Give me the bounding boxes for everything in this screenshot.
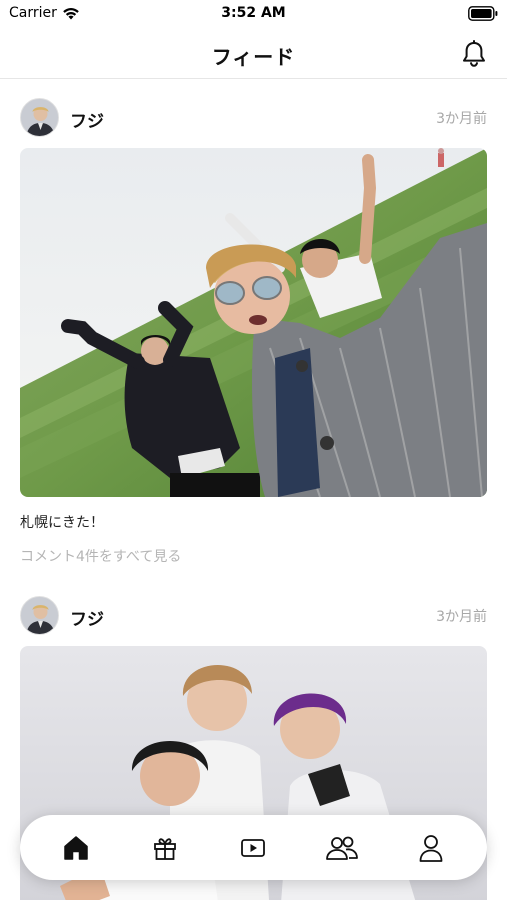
- avatar[interactable]: [20, 596, 59, 635]
- tab-gifts[interactable]: [143, 826, 187, 870]
- tab-friends[interactable]: [320, 826, 364, 870]
- status-bar: Carrier 3:52 AM: [0, 0, 507, 30]
- bell-icon: [463, 40, 485, 67]
- battery-full-icon: [468, 6, 498, 21]
- feed-post: フジ 3か月前: [0, 98, 507, 578]
- post-caption: 札幌にきた！: [20, 515, 104, 531]
- post-timestamp: 3か月前: [436, 111, 487, 127]
- friends-icon: [326, 836, 358, 860]
- post-username[interactable]: フジ: [70, 605, 104, 630]
- post-image[interactable]: [20, 148, 487, 497]
- profile-icon: [419, 834, 443, 862]
- post-header: フジ 3か月前: [20, 596, 487, 636]
- view-all-comments-link[interactable]: コメント4件をすべて見る: [20, 546, 181, 566]
- post-username[interactable]: フジ: [70, 107, 104, 132]
- tab-home[interactable]: [54, 826, 98, 870]
- feed-list[interactable]: フジ 3か月前 札幌にきた！ コメント4件をすべて見る フジ 3か月前: [0, 80, 507, 900]
- home-icon: [64, 835, 89, 860]
- tab-videos[interactable]: [231, 826, 275, 870]
- nav-bar: フィード: [0, 30, 507, 79]
- gift-icon: [153, 837, 176, 860]
- bottom-tab-bar: [20, 815, 487, 880]
- avatar[interactable]: [20, 98, 59, 137]
- tab-profile[interactable]: [409, 826, 453, 870]
- notifications-button[interactable]: [461, 40, 487, 68]
- video-play-icon: [241, 838, 266, 857]
- post-header: フジ 3か月前: [20, 98, 487, 138]
- page-title: フィード: [211, 45, 296, 69]
- status-time: 3:52 AM: [221, 5, 286, 21]
- post-timestamp: 3か月前: [436, 609, 487, 625]
